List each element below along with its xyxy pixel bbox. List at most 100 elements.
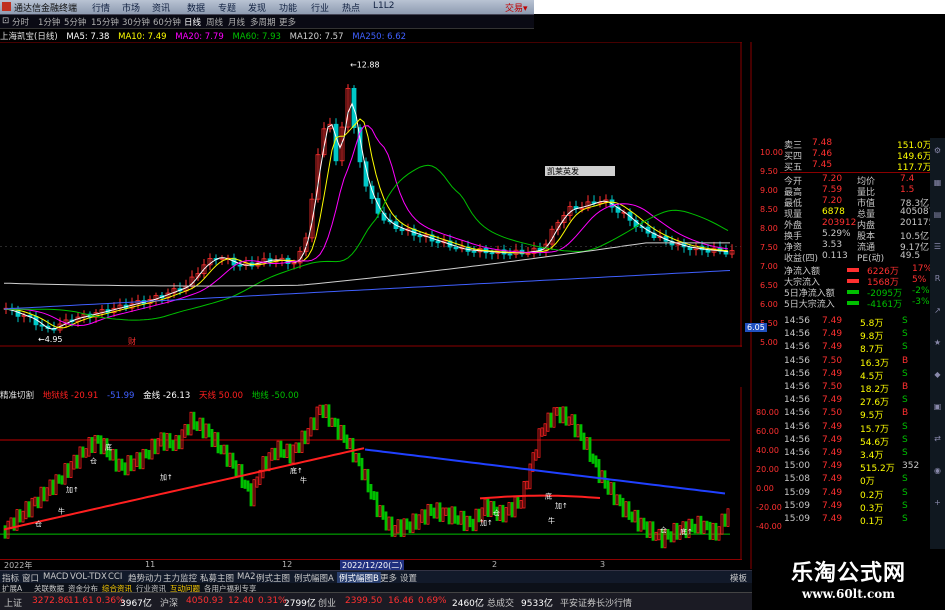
osc-bar xyxy=(327,404,331,427)
trade-button[interactable]: 交易▾ xyxy=(505,1,528,14)
bell-icon[interactable]: ◆ xyxy=(932,370,943,381)
osc-bar xyxy=(438,502,442,522)
menu-functions[interactable]: 功能 xyxy=(279,1,297,14)
tick-row[interactable]: 14:56 7.49 8.7万 S xyxy=(752,342,930,355)
broker-label[interactable]: 平安证券长沙行情 xyxy=(560,596,632,609)
flow-label: 5日大宗流入 xyxy=(784,300,835,310)
current-price-tag: 6.05 xyxy=(745,323,767,332)
grid-icon[interactable]: ▦ xyxy=(932,178,943,189)
period-15min[interactable]: 15分钟 xyxy=(91,16,119,28)
flow-row[interactable]: 5日大宗流入 -4161万 -3% xyxy=(752,297,930,310)
settings-icon[interactable]: ⚙ xyxy=(932,146,943,157)
osc-bar xyxy=(162,432,166,451)
tick-price: 7.50 xyxy=(822,382,843,392)
tab-vol[interactable]: VOL-TDX xyxy=(70,572,107,582)
osc-bar xyxy=(147,449,151,460)
menu-topics[interactable]: 专题 xyxy=(218,1,236,14)
flow-percent: 17% xyxy=(912,264,933,274)
index-amount: 2799亿 xyxy=(284,599,316,609)
menu-quotes[interactable]: 行情 xyxy=(92,1,110,14)
tick-row[interactable]: 14:56 7.49 9.8万 S xyxy=(752,329,930,342)
osc-bar xyxy=(51,479,55,496)
tab-macd[interactable]: MACD xyxy=(43,572,68,582)
period-30min[interactable]: 30分钟 xyxy=(122,16,150,28)
osc-bar xyxy=(195,421,199,431)
period-more[interactable]: 更多 xyxy=(279,16,296,28)
tick-row[interactable]: 14:56 7.49 5.8万 S xyxy=(752,316,930,329)
tick-row[interactable]: 15:09 7.49 0.2万 S xyxy=(752,488,930,501)
menu-hot[interactable]: 热点 xyxy=(342,1,360,14)
period-intraday[interactable]: 分时 xyxy=(12,16,29,28)
osc-bar xyxy=(558,406,562,424)
tick-volume: 3.4万 xyxy=(860,451,884,461)
blue-line xyxy=(364,448,726,495)
tab-ma2[interactable]: MA2 xyxy=(237,572,256,582)
tick-volume: 54.6万 xyxy=(860,437,890,448)
tick-row[interactable]: 14:56 7.49 4.5万 S xyxy=(752,369,930,382)
menu-market[interactable]: 市场 xyxy=(122,1,140,14)
indicator-chart[interactable]: 牛加↑仓加↑底↑牛加↑仓底牛加↑仓 底↑仓底 xyxy=(0,387,742,559)
menu-industry[interactable]: 行业 xyxy=(311,1,329,14)
period-multi[interactable]: 多周期 xyxy=(250,16,276,28)
osc-bar xyxy=(192,411,196,430)
news-icon[interactable]: ▣ xyxy=(932,402,943,413)
tick-volume: 15.7万 xyxy=(860,424,890,435)
osc-bar xyxy=(522,481,526,509)
period-weekly[interactable]: 周线 xyxy=(206,16,223,28)
orderbook-row[interactable]: 买五 7.45 117.7万 xyxy=(752,160,932,173)
chart-icon[interactable]: ▤ xyxy=(932,210,943,221)
tick-row[interactable]: 14:56 7.49 27.6万 S xyxy=(752,395,930,408)
menu-data[interactable]: 数据 xyxy=(187,1,205,14)
osc-bar xyxy=(90,437,94,453)
period-60min[interactable]: 60分钟 xyxy=(153,16,181,28)
osc-bar xyxy=(186,424,190,436)
menu-discover[interactable]: 发现 xyxy=(248,1,266,14)
tick-row[interactable]: 14:56 7.50 18.2万 B xyxy=(752,382,930,395)
ma20-line xyxy=(4,125,729,327)
osc-bar xyxy=(270,447,274,461)
kline-chart[interactable]: ←12.88 ←4.95 凯莱英发财 xyxy=(0,42,742,347)
ma120-label: MA120: 7.57 xyxy=(289,32,344,42)
signal-label: 仓 xyxy=(35,520,42,529)
osc-bar xyxy=(564,406,568,426)
rsi-icon[interactable]: R xyxy=(932,274,943,285)
period-monthly[interactable]: 月线 xyxy=(228,16,245,28)
tab-cci[interactable]: CCI xyxy=(108,572,122,582)
period-1min[interactable]: 1分钟 xyxy=(38,16,60,28)
stat-row[interactable]: 收益(四) 0.113 PE(动) 49.5 xyxy=(752,251,930,264)
menu-l1l2[interactable]: L1L2 xyxy=(373,1,394,11)
period-daily[interactable]: 日线 xyxy=(184,16,201,28)
osc-bar xyxy=(285,443,289,458)
osc-bar xyxy=(420,509,424,523)
osc-bar xyxy=(615,494,619,506)
period-5min[interactable]: 5分钟 xyxy=(64,16,86,28)
tick-row[interactable]: 14:56 7.49 54.6万 S xyxy=(752,435,930,448)
osc-bar xyxy=(321,404,325,419)
user-icon[interactable]: ◉ xyxy=(932,466,943,477)
chart-icon[interactable]: ⊡ xyxy=(2,16,9,26)
plus-icon[interactable]: + xyxy=(932,498,943,509)
price-tick-label: 8.50 xyxy=(760,205,778,214)
osc-bar xyxy=(96,435,100,444)
flow-icon[interactable]: ⇄ xyxy=(932,434,943,445)
osc-bar xyxy=(141,448,145,470)
osc-bar xyxy=(618,494,622,507)
osc-bar xyxy=(393,525,397,537)
tick-row[interactable]: 14:56 7.50 16.3万 B xyxy=(752,356,930,369)
osc-bar xyxy=(606,480,610,495)
index-amount: 3967亿 xyxy=(120,599,152,609)
osc-bar xyxy=(450,506,454,525)
price-axis xyxy=(750,42,752,569)
index-value: 3272.86 xyxy=(32,596,70,606)
menu-news[interactable]: 资讯 xyxy=(152,1,170,14)
star-icon[interactable]: ★ xyxy=(932,338,943,349)
list-icon[interactable]: ☰ xyxy=(932,242,943,253)
trend-icon[interactable]: ↗ xyxy=(932,306,943,317)
osc-bar xyxy=(543,423,547,436)
tick-side: S xyxy=(902,514,908,524)
tick-time: 14:56 xyxy=(784,395,810,406)
osc-bar xyxy=(525,480,529,490)
tick-row[interactable]: 15:08 7.49 0万 S xyxy=(752,474,930,487)
osc-bar xyxy=(537,428,541,458)
osc-bar xyxy=(261,456,265,479)
